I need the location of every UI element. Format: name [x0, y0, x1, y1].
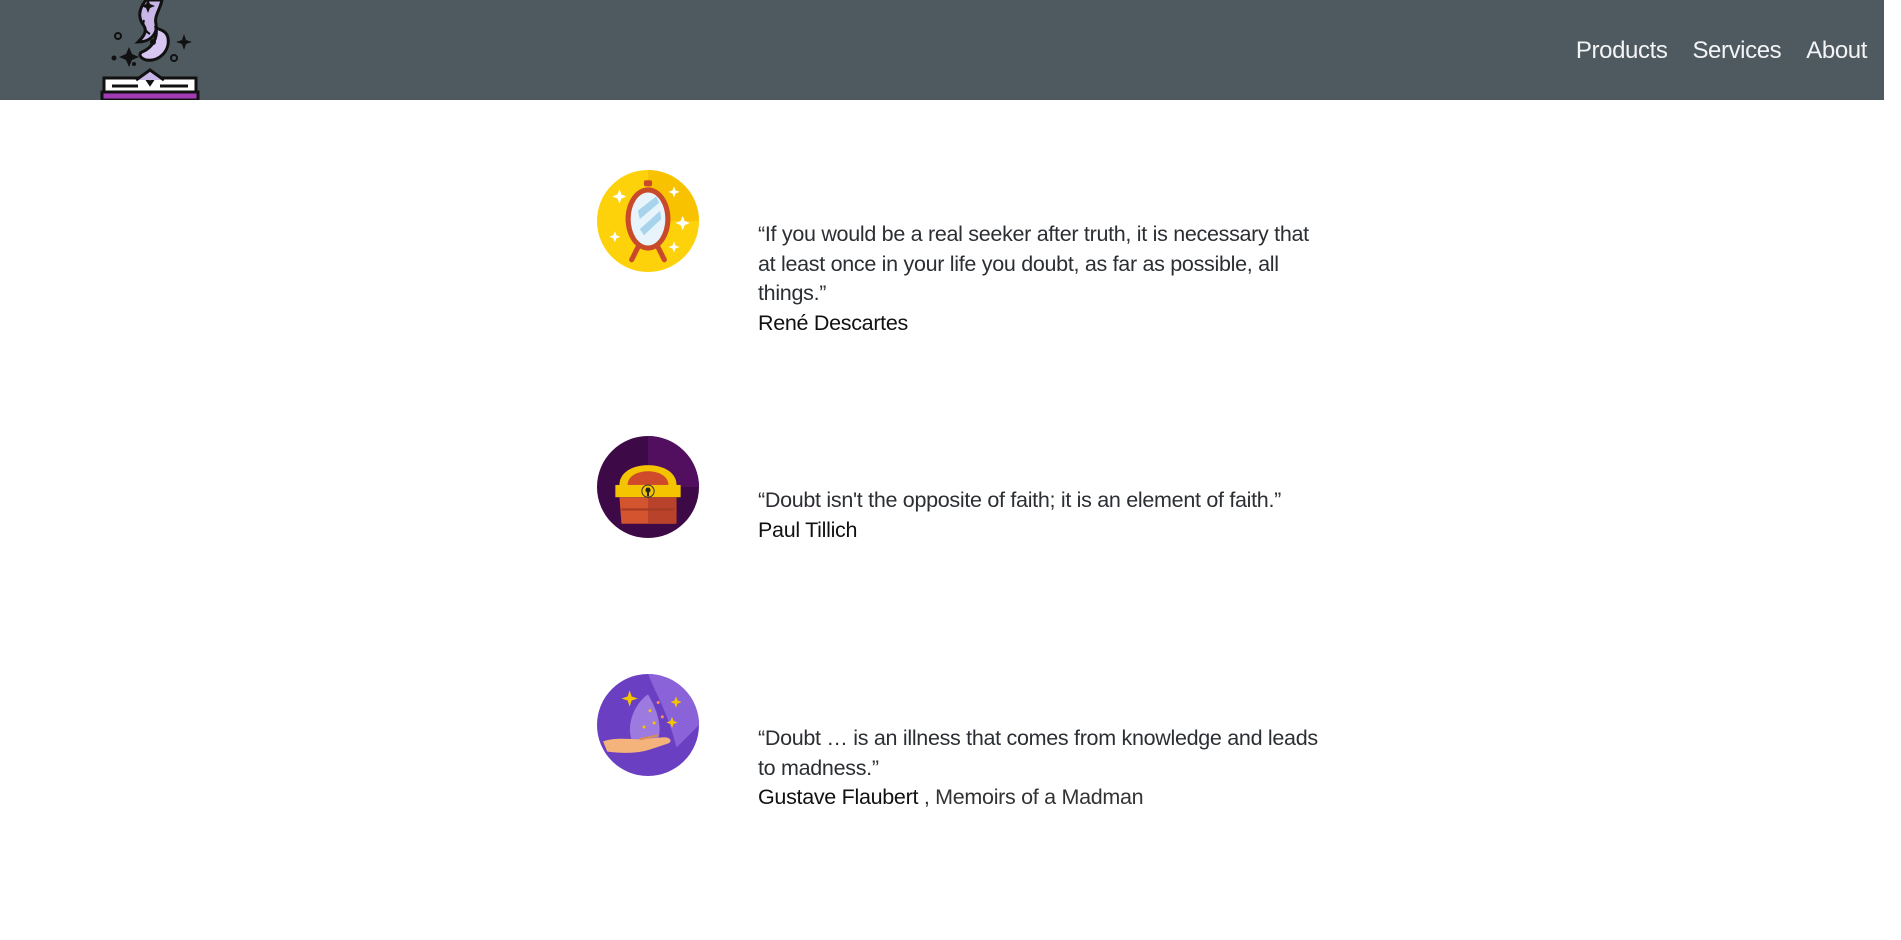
- quote-text-block: “Doubt isn't the opposite of faith; it i…: [758, 486, 1318, 545]
- magic-mirror-icon: [597, 170, 699, 272]
- quote-source: , Memoirs of a Madman: [923, 785, 1144, 809]
- page-scrollbar[interactable]: [1884, 0, 1901, 940]
- quote-attribution: Paul Tillich: [758, 516, 1318, 546]
- quote-text-block: “Doubt … is an illness that comes from k…: [758, 724, 1318, 813]
- nav-services-link[interactable]: Services: [1692, 34, 1781, 68]
- quote-text: “If you would be a real seeker after tru…: [758, 222, 1309, 305]
- spellbook-logo-icon[interactable]: [98, 0, 202, 102]
- magic-hand-icon: [597, 674, 699, 776]
- treasure-chest-icon: [597, 436, 699, 538]
- quote-attribution: Gustave Flaubert , Memoirs of a Madman: [758, 783, 1318, 813]
- quote-author: Gustave Flaubert: [758, 785, 919, 809]
- nav-about-link[interactable]: About: [1806, 34, 1867, 68]
- quote-text-block: “If you would be a real seeker after tru…: [758, 220, 1318, 338]
- quote-author: René Descartes: [758, 310, 908, 335]
- top-navigation-bar: Products Services About: [0, 0, 1901, 102]
- main-navigation: Products Services About: [1576, 34, 1867, 68]
- quote-author: Paul Tillich: [758, 517, 858, 542]
- quote-text: “Doubt isn't the opposite of faith; it i…: [758, 488, 1281, 512]
- quote-attribution: René Descartes: [758, 309, 1318, 339]
- nav-products-link[interactable]: Products: [1576, 34, 1668, 68]
- quote-text: “Doubt … is an illness that comes from k…: [758, 726, 1318, 780]
